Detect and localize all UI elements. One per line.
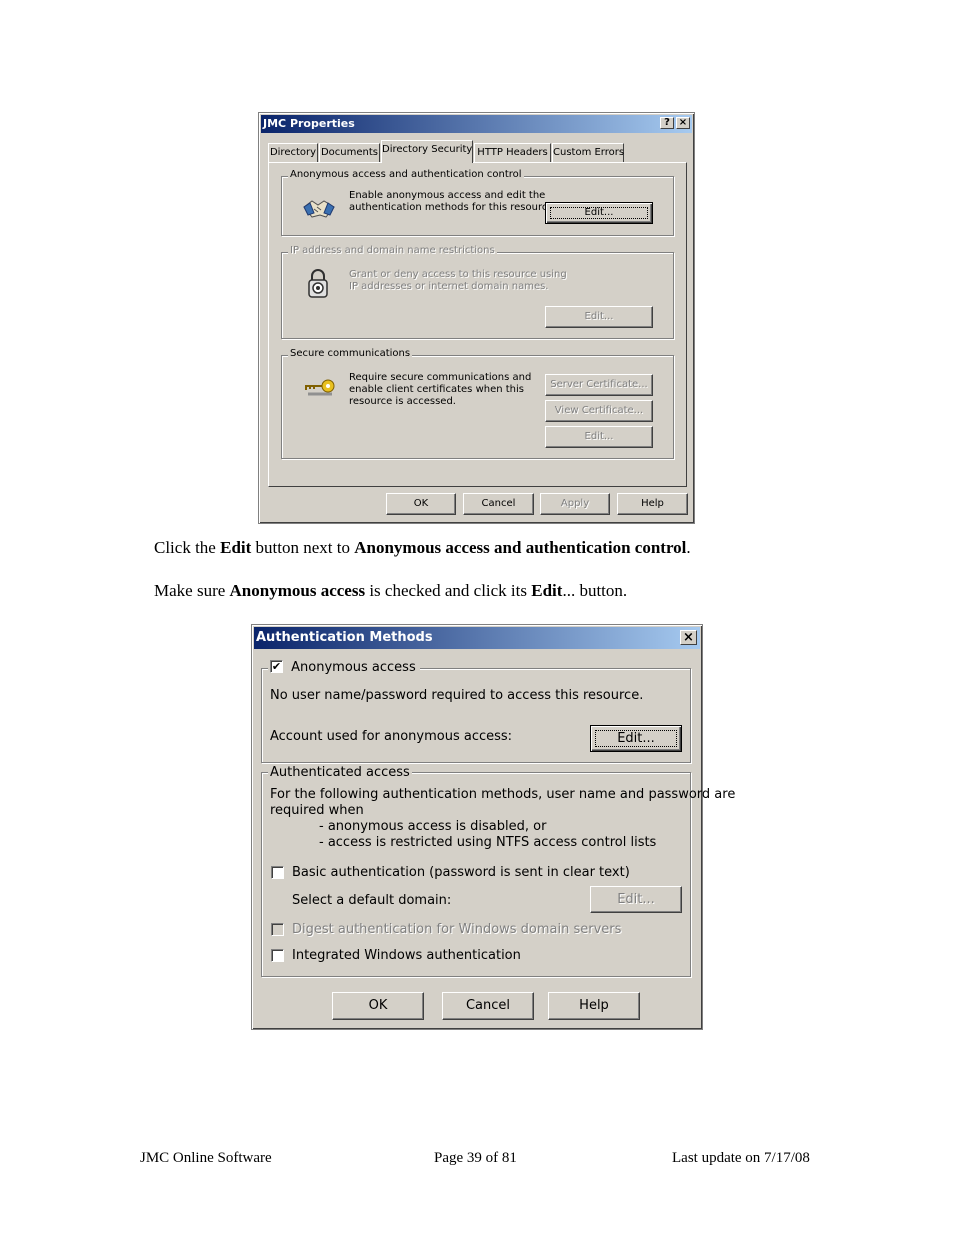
domain-edit-button[interactable]: Edit... — [590, 886, 682, 913]
group-legend: Secure communications — [288, 348, 413, 359]
anon-desc-line1: Enable anonymous access and edit the — [349, 190, 546, 201]
ip-edit-button[interactable]: Edit... — [545, 306, 653, 328]
handshake-icon — [303, 200, 335, 218]
help-button[interactable]: Help — [548, 992, 640, 1020]
cancel-button[interactable]: Cancel — [442, 992, 534, 1020]
focus-rect — [550, 207, 648, 219]
view-certificate-button[interactable]: View Certificate... — [545, 400, 653, 422]
ip-desc-line2: IP addresses or internet domain names. — [349, 281, 549, 292]
instruction-line-1: Click the Edit button next to Anonymous … — [154, 538, 691, 558]
text-run: Click the — [154, 538, 221, 557]
text-run: is checked and click its — [365, 581, 532, 600]
basic-auth-checkbox[interactable] — [271, 866, 284, 879]
integrated-auth-checkbox[interactable] — [271, 949, 284, 962]
ok-button[interactable]: OK — [332, 992, 424, 1020]
instruction-line-2: Make sure Anonymous access is checked an… — [154, 581, 627, 601]
anon-edit-button[interactable]: Edit... — [545, 202, 653, 224]
ip-restrictions-group: IP address and domain name restrictions … — [281, 245, 674, 339]
tab-page: Anonymous access and authentication cont… — [268, 162, 687, 487]
footer-center: Page 39 of 81 — [434, 1150, 517, 1166]
secure-communications-group: Secure communications Require secure com… — [281, 348, 674, 459]
anonymous-edit-button[interactable]: Edit... — [590, 725, 682, 752]
ip-desc-line1: Grant or deny access to this resource us… — [349, 269, 567, 280]
auth-bullet-2: - access is restricted using NTFS access… — [319, 835, 657, 850]
anonymous-desc: No user name/password required to access… — [270, 688, 644, 703]
tab-strip: Directory Documents Directory Security H… — [268, 140, 688, 163]
text-run: ... button. — [562, 581, 628, 600]
text-run: button next to — [251, 538, 355, 557]
basic-auth-label[interactable]: Basic authentication (password is sent i… — [292, 865, 630, 880]
default-domain-label: Select a default domain: — [292, 893, 452, 908]
text-run: Make sure — [154, 581, 230, 600]
authenticated-access-group: Authenticated access For the following a… — [261, 765, 735, 977]
help-icon[interactable]: ? — [660, 117, 674, 129]
bold-run: Anonymous access — [229, 581, 366, 600]
digest-auth-checkbox[interactable] — [271, 923, 284, 936]
close-icon[interactable]: × — [676, 117, 690, 129]
secure-desc-line2: enable client certificates when this — [349, 384, 524, 395]
group-legend: Anonymous access and authentication cont… — [288, 169, 524, 180]
bold-run: Anonymous access and authentication cont… — [354, 538, 687, 557]
server-certificate-button[interactable]: Server Certificate... — [545, 374, 653, 396]
secure-desc-line1: Require secure communications and — [349, 372, 532, 383]
anon-desc-line2: authentication methods for this resource… — [349, 202, 557, 213]
authentication-methods-dialog: Authentication Methods × ✔ Anonymous acc… — [251, 624, 735, 1030]
bold-run: Edit — [220, 538, 252, 557]
tab-directory-security[interactable]: Directory Security — [381, 140, 473, 163]
group-legend: Authenticated access — [268, 765, 412, 780]
dialog-title: JMC Properties — [263, 117, 355, 130]
title-bar: JMC Properties ? × — [261, 115, 692, 133]
secure-desc-line3: resource is accessed. — [349, 396, 456, 407]
ok-button[interactable]: OK — [386, 493, 456, 515]
tab-documents[interactable]: Documents — [319, 143, 380, 162]
auth-desc-line2: required when — [270, 803, 364, 818]
padlock-icon — [308, 269, 328, 298]
tab-custom-errors[interactable]: Custom Errors — [552, 143, 624, 162]
keys-icon — [305, 379, 335, 396]
footer-left: JMC Online Software — [140, 1150, 272, 1166]
anonymous-access-group: Anonymous access and authentication cont… — [281, 169, 674, 236]
auth-desc-line1: For the following authentication methods… — [270, 787, 736, 802]
group-legend: IP address and domain name restrictions — [288, 245, 497, 256]
integrated-auth-label[interactable]: Integrated Windows authentication — [292, 948, 521, 963]
secure-edit-button[interactable]: Edit... — [545, 426, 653, 448]
title-bar: Authentication Methods × — [254, 627, 700, 649]
apply-button[interactable]: Apply — [540, 493, 610, 515]
anonymous-access-checkbox[interactable]: ✔ — [270, 660, 283, 673]
jmc-properties-dialog: JMC Properties ? × Directory Documents D… — [258, 112, 695, 524]
tab-http-headers[interactable]: HTTP Headers — [474, 143, 551, 162]
digest-auth-label[interactable]: Digest authentication for Windows domain… — [292, 922, 621, 937]
anonymous-access-checkbox-row[interactable]: ✔ Anonymous access — [268, 660, 420, 678]
focus-rect — [595, 730, 677, 747]
footer-right: Last update on 7/17/08 — [672, 1150, 810, 1166]
text-run: . — [686, 538, 691, 557]
dialog-title: Authentication Methods — [256, 630, 433, 645]
cancel-button[interactable]: Cancel — [463, 493, 534, 515]
auth-bullet-1: - anonymous access is disabled, or — [319, 819, 547, 834]
tab-directory[interactable]: Directory — [268, 143, 318, 162]
anonymous-access-label: Anonymous access — [291, 660, 416, 675]
bold-run: Edit — [531, 581, 563, 600]
anonymous-access-group: ✔ Anonymous access No user name/password… — [261, 660, 691, 763]
help-button[interactable]: Help — [617, 493, 688, 515]
close-icon[interactable]: × — [680, 630, 697, 645]
account-label: Account used for anonymous access: — [270, 729, 513, 744]
